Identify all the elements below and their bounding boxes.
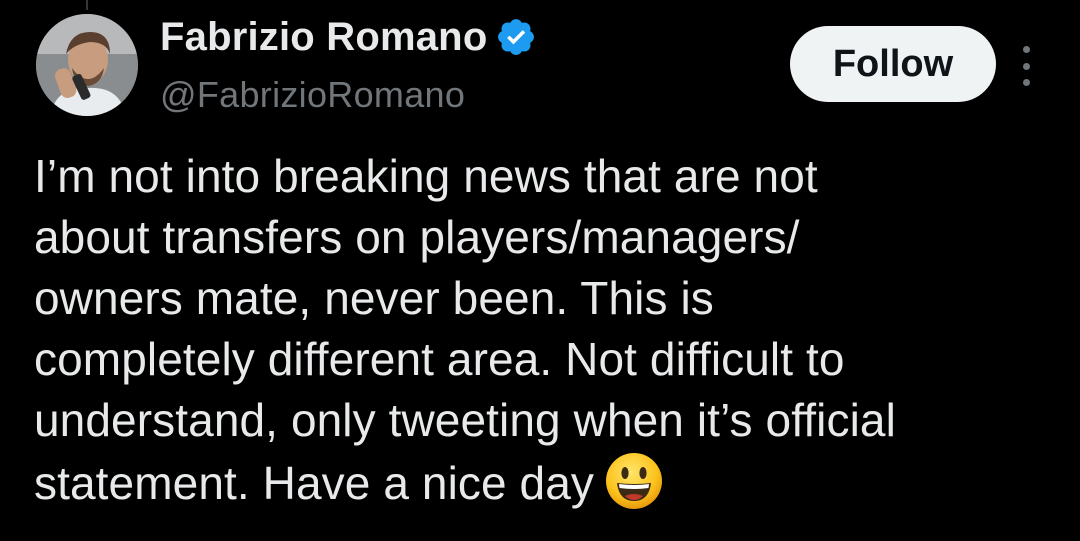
- tweet-text-line: completely different area. Not difficult…: [34, 333, 845, 385]
- avatar[interactable]: [36, 14, 138, 116]
- tweet-text-line: I’m not into breaking news that are not: [34, 150, 818, 202]
- avatar-image: [36, 14, 138, 116]
- tweet-text: I’m not into breaking news that are not …: [34, 146, 1064, 514]
- tweet-text-line: statement. Have a nice day: [34, 457, 595, 509]
- smiling-face-emoji-icon: [604, 451, 664, 511]
- verified-badge-icon[interactable]: [495, 16, 537, 58]
- tweet-text-line: understand, only tweeting when it’s offi…: [34, 394, 896, 446]
- tweet-text-line: about transfers on players/managers/: [34, 211, 800, 263]
- tweet-text-last-line: statement. Have a nice day: [34, 451, 1064, 514]
- display-name[interactable]: Fabrizio Romano: [160, 15, 487, 60]
- more-options-icon[interactable]: [1016, 46, 1036, 86]
- follow-button[interactable]: Follow: [790, 26, 996, 102]
- thread-connector-line: [86, 0, 88, 10]
- tweet-text-line: owners mate, never been. This is: [34, 272, 714, 324]
